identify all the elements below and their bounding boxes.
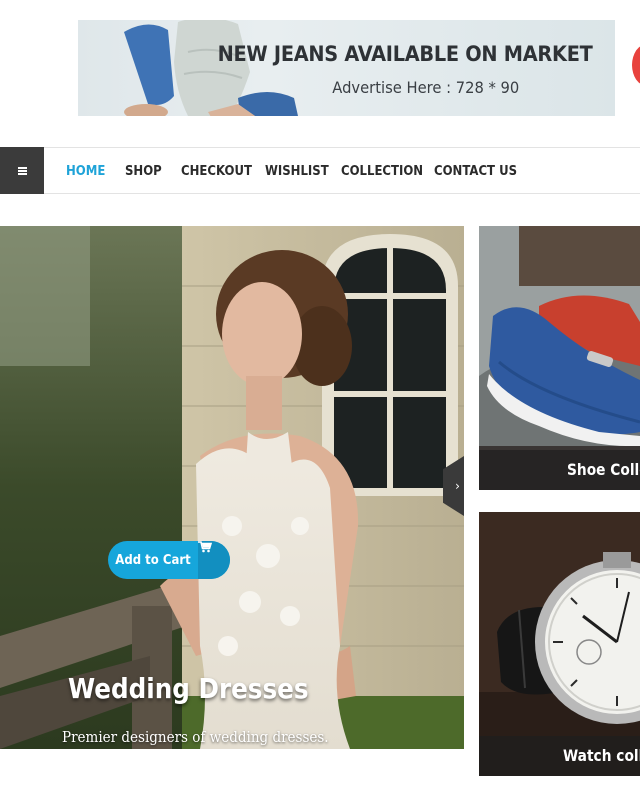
add-to-cart-button[interactable]: Add to Cart [108, 541, 230, 579]
nav-item-checkout[interactable]: CHECKOUT [181, 164, 252, 179]
nav-item-contact-us[interactable]: CONTACT US [434, 164, 517, 179]
banner-subtitle: Advertise Here : 728 * 90 [331, 78, 519, 97]
banner-title: NEW JEANS AVAILABLE ON MARKET [218, 42, 593, 66]
menu-toggle-button[interactable] [0, 147, 44, 194]
banner-model-image [124, 20, 298, 116]
hero-title: Wedding Dresses [68, 672, 309, 705]
shoe-caption-bar: Shoe Collection [479, 450, 640, 490]
cart-icon [198, 541, 230, 579]
nav-item-home[interactable]: HOME [66, 164, 105, 179]
watch-collection-label: Watch collection [563, 746, 640, 765]
chevron-right-icon: › [455, 479, 460, 493]
hero-slider: Wedding Dresses Premier designers of wed… [0, 226, 464, 749]
nav-item-shop[interactable]: SHOP [125, 164, 162, 179]
main-navigation: HOME SHOP CHECKOUT WISHLIST COLLECTION C… [0, 147, 640, 194]
hero-image [0, 226, 464, 749]
nav-item-collection[interactable]: COLLECTION [341, 164, 423, 179]
menu-icon [17, 166, 27, 175]
scroll-to-top-button[interactable] [632, 44, 640, 86]
shoe-collection-tile[interactable]: Shoe Collection [479, 226, 640, 490]
hero-subtitle: Premier designers of wedding dresses. [62, 728, 329, 746]
watch-collection-tile[interactable]: Watch collection [479, 512, 640, 776]
watch-caption-bar: Watch collection [479, 736, 640, 776]
shoe-collection-label: Shoe Collection [567, 460, 640, 479]
nav-item-wishlist[interactable]: WISHLIST [265, 164, 329, 179]
advertisement-banner[interactable]: NEW JEANS AVAILABLE ON MARKET Advertise … [78, 20, 615, 116]
add-to-cart-label: Add to Cart [115, 552, 191, 568]
